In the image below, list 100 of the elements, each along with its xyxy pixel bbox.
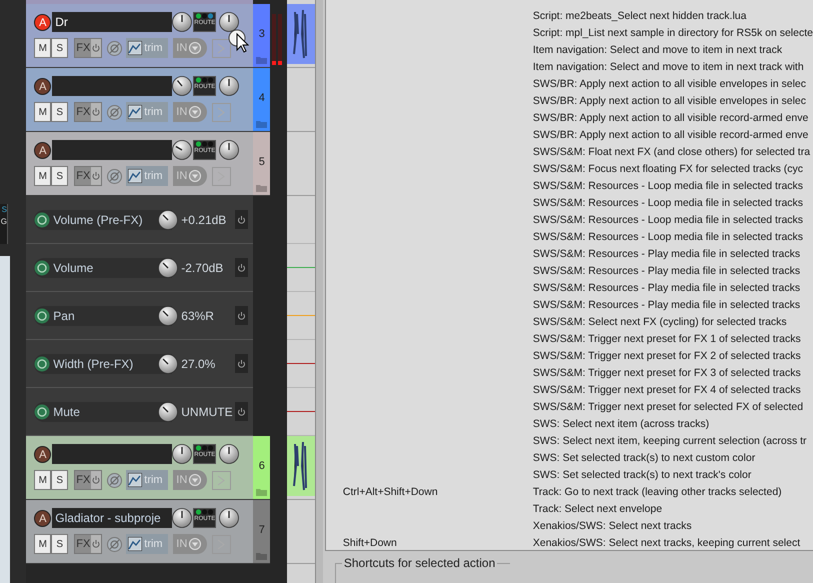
action-description[interactable]: SWS/S&M: Trigger next preset for selected FX of selected <box>532 400 804 416</box>
fx-button[interactable]: FX <box>74 166 102 186</box>
record-arm-button[interactable]: A <box>34 446 52 462</box>
envelope-bypass-button[interactable] <box>235 210 248 229</box>
pan-knob[interactable] <box>219 76 240 96</box>
fx-button[interactable]: FX <box>74 38 102 58</box>
action-description[interactable]: Xenakios/SWS: Select next tracks <box>532 518 692 534</box>
phase-icon[interactable] <box>107 168 122 184</box>
fx-button[interactable]: FX <box>74 534 102 554</box>
action-description[interactable]: SWS/S&M: Resources - Play media file in selected tracks <box>532 298 800 314</box>
action-description[interactable]: SWS/S&M: Focus next floating FX for selected tracks (cyc <box>532 162 804 178</box>
record-arm-button[interactable]: A <box>34 142 52 158</box>
fx-button[interactable]: FX <box>74 102 102 122</box>
envelope-toggle-icon[interactable] <box>34 404 50 420</box>
action-description[interactable]: Script: mpl_List next sample in directory for RS5k on selecte <box>532 26 813 42</box>
envelope-bypass-button[interactable] <box>235 258 248 277</box>
mute-button[interactable]: M <box>34 166 52 186</box>
folder-icon <box>256 183 268 192</box>
track-number-strip[interactable]: 3 <box>253 4 270 67</box>
action-description[interactable]: SWS/S&M: Select next FX (cycling) for selected tracks <box>532 314 787 330</box>
track-name-field[interactable]: Gladiator - subproje <box>52 508 172 528</box>
action-description[interactable]: Track: Select next envelope <box>532 502 662 518</box>
volume-knob[interactable] <box>172 140 192 160</box>
envelope-toggle-icon[interactable] <box>34 260 50 276</box>
envelope-label: Volume <box>53 260 94 276</box>
record-arm-button[interactable]: A <box>34 510 52 526</box>
action-description[interactable]: SWS: Select next item, keeping current selection (across tr <box>532 434 807 450</box>
phase-icon[interactable] <box>107 40 122 56</box>
power-icon <box>237 263 246 272</box>
mute-button[interactable]: M <box>34 470 52 490</box>
action-description[interactable]: SWS/S&M: Trigger next preset for FX 2 of selected tracks <box>532 348 801 364</box>
track-number-strip[interactable]: 7 <box>253 500 270 563</box>
fx-button[interactable]: FX <box>74 470 102 490</box>
action-description[interactable]: SWS: Set selected track(s) to next custom color <box>532 450 756 466</box>
action-description[interactable]: Track: Go to next track (leaving other tracks selected) <box>532 484 782 500</box>
envelope-knob[interactable] <box>158 306 178 326</box>
record-arm-button[interactable]: A <box>34 78 52 94</box>
solo-button[interactable]: S <box>51 102 68 122</box>
action-description[interactable]: SWS/BR: Apply next action to all visible record-armed enve <box>532 110 808 126</box>
action-description[interactable]: Script: me2beats_Select next hidden track.lua <box>532 8 746 24</box>
volume-knob[interactable] <box>172 12 192 32</box>
shortcut-text: Ctrl+Alt+Shift+Down <box>342 486 438 498</box>
action-description[interactable]: SWS/S&M: Resources - Play media file in selected tracks <box>532 246 800 262</box>
folder-icon <box>256 119 268 128</box>
envelope-bypass-button[interactable] <box>235 354 248 373</box>
envelope-knob[interactable] <box>158 258 178 278</box>
volume-knob[interactable] <box>172 508 192 528</box>
action-description[interactable]: SWS/BR: Apply next action to all visible envelopes in selec <box>532 76 806 92</box>
mute-button[interactable]: M <box>34 102 52 122</box>
phase-icon[interactable] <box>107 472 122 488</box>
action-description[interactable]: SWS: Set selected track(s) to next track's color <box>532 468 752 484</box>
action-description[interactable]: Item navigation: Select and move to item in next track <box>532 42 782 58</box>
mute-button[interactable]: M <box>34 38 52 58</box>
action-description[interactable]: SWS/S&M: Resources - Play media file in selected tracks <box>532 280 800 296</box>
envelope-knob[interactable] <box>158 402 178 422</box>
envelope-bypass-button[interactable] <box>235 306 248 325</box>
envelope-knob[interactable] <box>158 210 178 230</box>
action-description[interactable]: SWS/S&M: Trigger next preset for FX 1 of selected tracks <box>532 332 801 348</box>
action-description[interactable]: SWS/S&M: Resources - Loop media file in selected tracks <box>532 196 804 212</box>
action-description[interactable]: SWS/S&M: Trigger next preset for FX 4 of selected tracks <box>532 382 801 398</box>
pan-knob[interactable] <box>219 140 240 160</box>
volume-knob[interactable] <box>172 76 192 96</box>
action-description[interactable]: SWS/S&M: Resources - Loop media file in selected tracks <box>532 230 804 246</box>
pan-knob[interactable] <box>219 12 240 32</box>
envelope-label: Mute <box>53 404 80 420</box>
track-number-strip[interactable]: 5 <box>253 132 270 195</box>
pan-knob[interactable] <box>219 444 240 464</box>
action-description[interactable]: SWS/BR: Apply next action to all visible record-armed enve <box>532 128 808 144</box>
action-description[interactable]: SWS/S&M: Trigger next preset for FX 3 of selected tracks <box>532 366 801 382</box>
solo-button[interactable]: S <box>51 534 68 554</box>
action-description[interactable]: SWS: Select next item (across tracks) <box>532 416 710 432</box>
solo-button[interactable]: S <box>51 38 68 58</box>
action-description[interactable]: SWS/S&M: Resources - Play media file in selected tracks <box>532 264 800 280</box>
envelope-knob[interactable] <box>158 354 178 374</box>
phase-icon[interactable] <box>107 536 122 552</box>
action-description[interactable]: SWS/S&M: Resources - Loop media file in selected tracks <box>532 178 804 194</box>
envelope-toggle-icon[interactable] <box>34 212 50 228</box>
pan-knob[interactable] <box>219 508 240 528</box>
route-dots-icon <box>195 141 214 147</box>
envelope-label: Pan <box>53 308 75 324</box>
envelope-toggle-icon[interactable] <box>34 356 50 372</box>
power-icon <box>91 535 102 553</box>
action-description[interactable]: Xenakios/SWS: Select next tracks, keeping current select <box>532 536 800 550</box>
volume-knob[interactable] <box>172 444 192 464</box>
track-number-strip[interactable]: 4 <box>253 68 270 131</box>
envelope-bypass-button[interactable] <box>235 402 248 421</box>
envelope-icon <box>128 105 142 119</box>
track-name-field[interactable]: Dr <box>52 12 172 32</box>
action-description[interactable]: Item navigation: Select and move to item in next track with <box>532 60 804 76</box>
action-description[interactable]: SWS/S&M: Resources - Loop media file in selected tracks <box>532 212 804 228</box>
solo-button[interactable]: S <box>51 166 68 186</box>
action-description[interactable]: SWS/BR: Apply next action to all visible envelopes in selec <box>532 94 806 110</box>
record-arm-button[interactable]: A <box>34 14 52 30</box>
solo-button[interactable]: S <box>51 470 68 490</box>
action-description[interactable]: SWS/S&M: Float next FX (and close others) for selected tra <box>532 144 810 160</box>
track-number-strip[interactable]: 6 <box>253 436 270 499</box>
envelope-toggle-icon[interactable] <box>34 308 50 324</box>
phase-icon[interactable] <box>107 104 122 120</box>
envelope-label: Width (Pre-FX) <box>53 356 134 372</box>
mute-button[interactable]: M <box>34 534 52 554</box>
